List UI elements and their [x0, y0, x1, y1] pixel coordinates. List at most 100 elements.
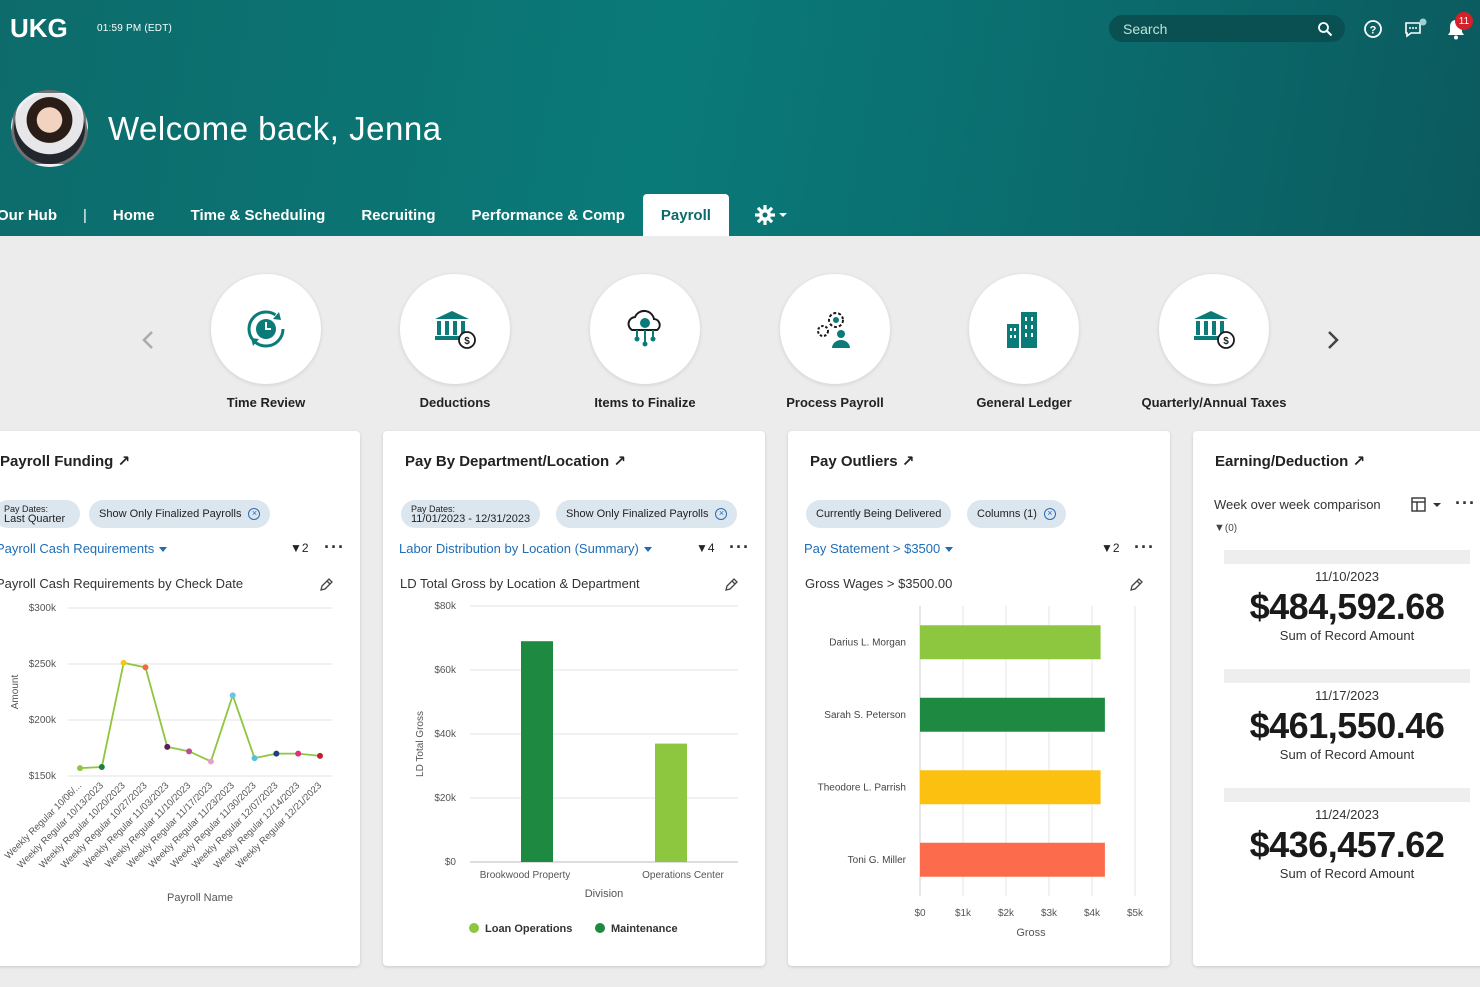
filter-count[interactable]: ▼(0) [1214, 522, 1237, 534]
y-axis-label: LD Total Gross [415, 711, 426, 777]
labor-distribution-dropdown[interactable]: Labor Distribution by Location (Summary) [399, 541, 652, 556]
x-tick-label: $0 [914, 908, 926, 919]
x-tick-label: Operations Center [642, 870, 724, 881]
filter-icon: ▼ [1214, 522, 1225, 534]
bar [920, 625, 1101, 660]
x-tick-label: Brookwood Property [480, 870, 571, 881]
nav-performance-comp[interactable]: Performance & Comp [454, 194, 643, 236]
y-tick-label: $300k [29, 603, 57, 614]
remove-filter-icon[interactable]: × [715, 508, 728, 520]
current-time: 01:59 PM (EDT) [97, 23, 173, 34]
chat-icon[interactable] [1402, 16, 1428, 42]
remove-filter-icon[interactable]: × [248, 508, 261, 520]
legend-swatch [595, 923, 605, 933]
edit-pencil-icon[interactable] [318, 577, 334, 593]
chart-title: LD Total Gross by Location & Department [400, 576, 640, 591]
cash-requirements-dropdown[interactable]: Payroll Cash Requirements [0, 541, 168, 556]
edit-pencil-icon[interactable] [1128, 577, 1144, 593]
pay-dates-chip[interactable]: Pay Dates: Last Quarter [0, 500, 80, 528]
tile-general-ledger[interactable]: General Ledger [944, 274, 1104, 414]
nav-payroll[interactable]: Payroll [642, 194, 729, 236]
bank-dollar-icon: $ [435, 311, 476, 349]
help-icon[interactable]: ? [1360, 16, 1386, 42]
remove-filter-icon[interactable]: × [1043, 508, 1056, 520]
y-axis-label: Amount [10, 675, 21, 710]
search-bar[interactable] [1109, 15, 1345, 42]
filter-count[interactable]: ▼4 [696, 541, 715, 555]
data-point [273, 750, 280, 757]
building-icon [1007, 312, 1037, 348]
pay-outliers-title[interactable]: Pay Outliers ↗ [810, 452, 914, 470]
finalized-payrolls-chip[interactable]: Show Only Finalized Payrolls × [556, 500, 738, 528]
filter-count[interactable]: ▼2 [1101, 541, 1120, 555]
more-options-icon[interactable]: ··· [1134, 537, 1155, 558]
nav-time-scheduling[interactable]: Time & Scheduling [173, 194, 344, 236]
data-point [251, 755, 258, 762]
carousel-prev-icon[interactable] [137, 328, 161, 352]
legend-label: Maintenance [611, 923, 678, 935]
external-link-icon[interactable]: ↗ [1348, 453, 1366, 470]
chevron-down-icon [159, 547, 168, 553]
tile-items-to-finalize[interactable]: Items to Finalize [565, 274, 725, 414]
tile-quarterly-annual-taxes[interactable]: $ Quarterly/Annual Taxes [1134, 274, 1294, 414]
filter-count[interactable]: ▼2 [290, 541, 309, 555]
ukg-logo[interactable]: UKG [10, 14, 80, 42]
metric-card[interactable]: 11/10/2023 $484,592.68 Sum of Record Amo… [1224, 550, 1470, 643]
more-options-icon[interactable]: ··· [324, 537, 345, 558]
filter-icon: ▼ [290, 541, 302, 555]
y-tick-label: $200k [29, 715, 57, 726]
external-link-icon[interactable]: ↗ [609, 453, 626, 470]
earning-deduction-title[interactable]: Earning/Deduction ↗ [1215, 452, 1365, 470]
nav-our-hub[interactable]: Our Hub [0, 194, 75, 236]
settings-gear-icon[interactable] [753, 203, 793, 227]
data-point [120, 659, 127, 666]
chart-title: Payroll Cash Requirements by Check Date [0, 576, 244, 591]
more-options-icon[interactable]: ··· [729, 537, 750, 558]
outliers-hbar-chart: $0 $1k $2k $3k $4k $5k Darius L. Morgan Sarah S… [818, 606, 1144, 939]
view-toggle-icon[interactable] [1411, 496, 1443, 514]
x-tick-label: $1k [955, 908, 972, 919]
header-banner: UKG 01:59 PM (EDT) ? 11 Welcome back, Je… [0, 0, 1480, 236]
svg-text:UKG: UKG [10, 14, 68, 42]
series-line [79, 661, 321, 770]
y-tick-label: $250k [29, 659, 57, 670]
legend-swatch [469, 923, 479, 933]
search-input[interactable] [1123, 20, 1317, 37]
finalized-payrolls-chip[interactable]: Show Only Finalized Payrolls × [89, 500, 271, 528]
data-point [207, 758, 214, 765]
search-icon[interactable] [1317, 21, 1333, 37]
pay-statement-dropdown[interactable]: Pay Statement > $3500 [804, 541, 954, 556]
external-link-icon[interactable]: ↗ [898, 453, 915, 470]
tile-deductions[interactable]: $ Deductions [375, 274, 535, 414]
x-axis-label: Gross [1016, 927, 1046, 939]
pay-by-department-title[interactable]: Pay By Department/Location ↗ [405, 452, 626, 470]
main-nav: Our Hub | Home Time & Scheduling Recruit… [0, 194, 729, 236]
gears-person-icon [817, 312, 850, 348]
x-axis-label: Payroll Name [167, 892, 233, 904]
chart-title: Gross Wages > $3500.00 [805, 576, 953, 591]
welcome-heading: Welcome back, Jenna [108, 110, 442, 147]
tile-time-review[interactable]: Time Review [186, 274, 346, 414]
y-tick-label: Sarah S. Peterson [824, 710, 906, 721]
tile-process-payroll[interactable]: Process Payroll [755, 274, 915, 414]
payroll-funding-title[interactable]: Payroll Funding ↗ [0, 452, 130, 470]
metric-card[interactable]: 11/24/2023 $436,457.62 Sum of Record Amo… [1224, 788, 1470, 881]
edit-pencil-icon[interactable] [723, 577, 739, 593]
data-point [229, 692, 236, 699]
more-options-icon[interactable]: ··· [1455, 493, 1476, 514]
nav-home[interactable]: Home [95, 194, 173, 236]
data-point [164, 743, 171, 750]
avatar[interactable] [11, 90, 88, 167]
tile-label: Quarterly/Annual Taxes [1141, 395, 1287, 410]
currently-delivered-chip[interactable]: Currently Being Delivered [806, 500, 952, 528]
nav-recruiting[interactable]: Recruiting [343, 194, 453, 236]
metric-card[interactable]: 11/17/2023 $461,550.46 Sum of Record Amo… [1224, 669, 1470, 762]
columns-chip[interactable]: Columns (1) × [967, 500, 1066, 528]
carousel-next-icon[interactable] [1320, 328, 1344, 352]
y-tick-label: $0 [445, 857, 457, 868]
pay-dates-chip[interactable]: Pay Dates: 11/01/2023 - 12/31/2023 [401, 500, 541, 528]
clock-refresh-icon [247, 310, 285, 348]
data-point [186, 748, 193, 755]
x-tick-label: $4k [1084, 908, 1101, 919]
external-link-icon[interactable]: ↗ [113, 453, 131, 470]
